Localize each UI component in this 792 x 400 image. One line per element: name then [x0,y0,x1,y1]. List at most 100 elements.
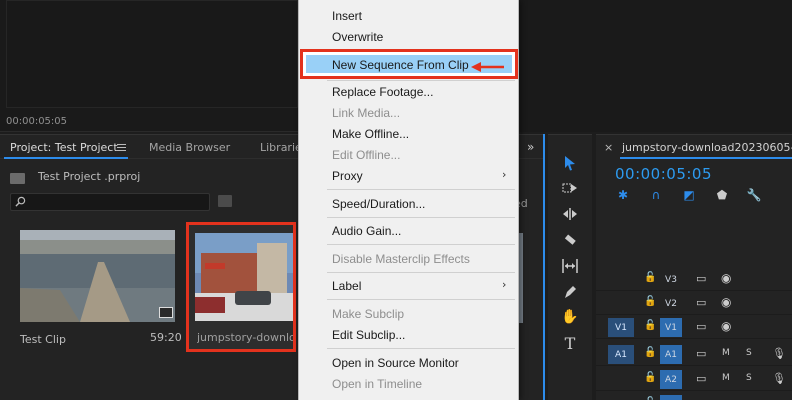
track-select-tool-icon[interactable] [560,178,580,198]
menu-item-link-media[interactable]: Link Media... [332,106,400,120]
clip-item-selected[interactable]: jumpstory-download2 [186,222,296,352]
menu-item-edit-offline[interactable]: Edit Offline... [332,148,400,162]
camera-icon[interactable]: ▭ [696,272,706,285]
menu-separator [327,80,515,81]
solo-button[interactable]: S [746,348,752,358]
search-input[interactable] [10,193,210,211]
clip-type-icon [159,307,173,318]
menu-item-make-subclip[interactable]: Make Subclip [332,307,404,321]
mute-button[interactable]: M [722,348,730,358]
track-target[interactable]: V1 [660,318,682,337]
menu-separator [327,348,515,349]
menu-item-disable-masterclip-effects[interactable]: Disable Masterclip Effects [332,252,470,266]
mic-icon[interactable]: 🎙 [772,372,786,385]
menu-item-new-sequence-from-clip[interactable]: New Sequence From Clip [332,58,469,72]
lock-icon[interactable]: 🔓 [644,296,656,307]
sync-lock-icon[interactable]: ▭ [696,372,706,385]
tab-libraries[interactable]: Librarie [260,141,302,154]
add-marker-icon[interactable]: ⬟ [715,188,729,202]
lock-icon[interactable]: 🔓 [644,272,656,283]
annotation-arrow-icon [471,62,504,72]
sync-lock-icon[interactable]: ▭ [696,347,706,360]
menu-item-speed-duration[interactable]: Speed/Duration... [332,197,425,211]
menu-item-replace-footage[interactable]: Replace Footage... [332,85,433,99]
solo-button[interactable]: S [746,373,752,383]
menu-item-insert[interactable]: Insert [332,9,362,23]
track-target[interactable]: V3 [660,270,682,289]
clip-duration: 59:20 [150,331,182,344]
track-target[interactable]: A2 [660,370,682,389]
source-monitor-video [6,0,298,108]
nest-icon[interactable]: ✱ [616,188,630,202]
lock-icon[interactable]: 🔓 [644,347,656,358]
track-a1: A1 🔓 A1 ▭ M S 🎙 [596,342,792,366]
menu-item-proxy[interactable]: Proxy [332,169,363,183]
project-file-name: Test Project .prproj [38,170,141,183]
tab-media-browser[interactable]: Media Browser [149,141,230,154]
menu-item-edit-subclip[interactable]: Edit Subclip... [332,328,405,342]
project-folder-icon [10,173,25,184]
track-target[interactable]: A1 [660,345,682,364]
timeline-panel: × jumpstory-download20230605-13412 00:00… [596,134,792,400]
clip-thumbnail-jumpstory[interactable] [195,233,293,321]
close-icon[interactable]: × [604,141,613,154]
snap-icon[interactable]: ∩ [649,188,663,202]
active-tab-underline [620,157,792,159]
eye-icon[interactable]: ◉ [721,319,731,333]
menu-item-label[interactable]: Label [332,279,361,293]
camera-icon[interactable]: ▭ [696,320,706,333]
camera-icon[interactable]: ▭ [696,296,706,309]
program-monitor [518,0,792,132]
source-patch[interactable]: V1 [608,318,634,337]
mic-icon[interactable]: 🎙 [772,347,786,360]
menu-separator [327,244,515,245]
tools-panel: ✋ T [548,134,592,400]
eye-icon[interactable]: ◉ [721,295,731,309]
pen-tool-icon[interactable] [560,282,580,302]
clip-thumbnail-test-clip[interactable] [20,230,175,322]
ripple-edit-tool-icon[interactable] [560,204,580,224]
wrench-icon[interactable]: 🔧 [747,188,762,202]
track-v2: 🔓 V2 ▭ ◉ [596,291,792,315]
lock-icon[interactable]: 🔓 [644,372,656,383]
hand-tool-icon[interactable]: ✋ [560,307,580,327]
lock-icon[interactable]: 🔓 [644,320,656,331]
timeline-timecode[interactable]: 00:00:05:05 [615,165,712,183]
menu-separator [327,272,515,273]
new-bin-icon[interactable] [218,195,232,207]
menu-item-open-in-source-monitor[interactable]: Open in Source Monitor [332,356,459,370]
razor-tool-icon[interactable] [560,230,580,250]
slip-tool-icon[interactable] [560,256,580,276]
search-icon [15,196,26,207]
mute-button[interactable]: M [722,373,730,383]
panel-menu-icon[interactable] [117,144,126,151]
submenu-chevron-icon: › [502,168,507,181]
source-patch[interactable]: A1 [608,345,634,364]
type-tool-icon[interactable]: T [560,333,580,353]
track-a2: 🔓 A2 ▭ M S 🎙 [596,367,792,391]
sequence-name[interactable]: jumpstory-download20230605-13412 [622,141,792,154]
source-timecode[interactable]: 00:00:05:05 [6,116,67,127]
tab-project[interactable]: Project: Test Project [10,141,118,154]
context-menu: Insert Overwrite New Sequence From Clip … [298,0,519,400]
menu-item-overwrite[interactable]: Overwrite [332,30,383,44]
linked-selection-icon[interactable]: ◩ [682,188,696,202]
active-tab-underline [4,157,128,159]
double-chevron-icon[interactable]: » [527,140,534,154]
selection-tool-icon[interactable] [560,153,580,173]
menu-item-audio-gain[interactable]: Audio Gain... [332,224,401,238]
submenu-chevron-icon: › [502,278,507,291]
eye-icon[interactable]: ◉ [721,271,731,285]
menu-separator [327,217,515,218]
track-target[interactable]: V2 [660,294,682,313]
clip-label[interactable]: jumpstory-download2 [197,331,293,344]
track-a3: 🔓 A3 [596,392,792,400]
track-v3: 🔓 V3 ▭ ◉ [596,267,792,291]
track-target[interactable]: A3 [660,395,682,400]
street-scene-image [195,233,293,321]
lake-pier-image [20,230,175,322]
track-v1: V1 🔓 V1 ▭ ◉ [596,315,792,339]
clip-label[interactable]: Test Clip [20,333,66,346]
menu-item-open-in-timeline[interactable]: Open in Timeline [332,377,422,391]
menu-item-make-offline[interactable]: Make Offline... [332,127,409,141]
